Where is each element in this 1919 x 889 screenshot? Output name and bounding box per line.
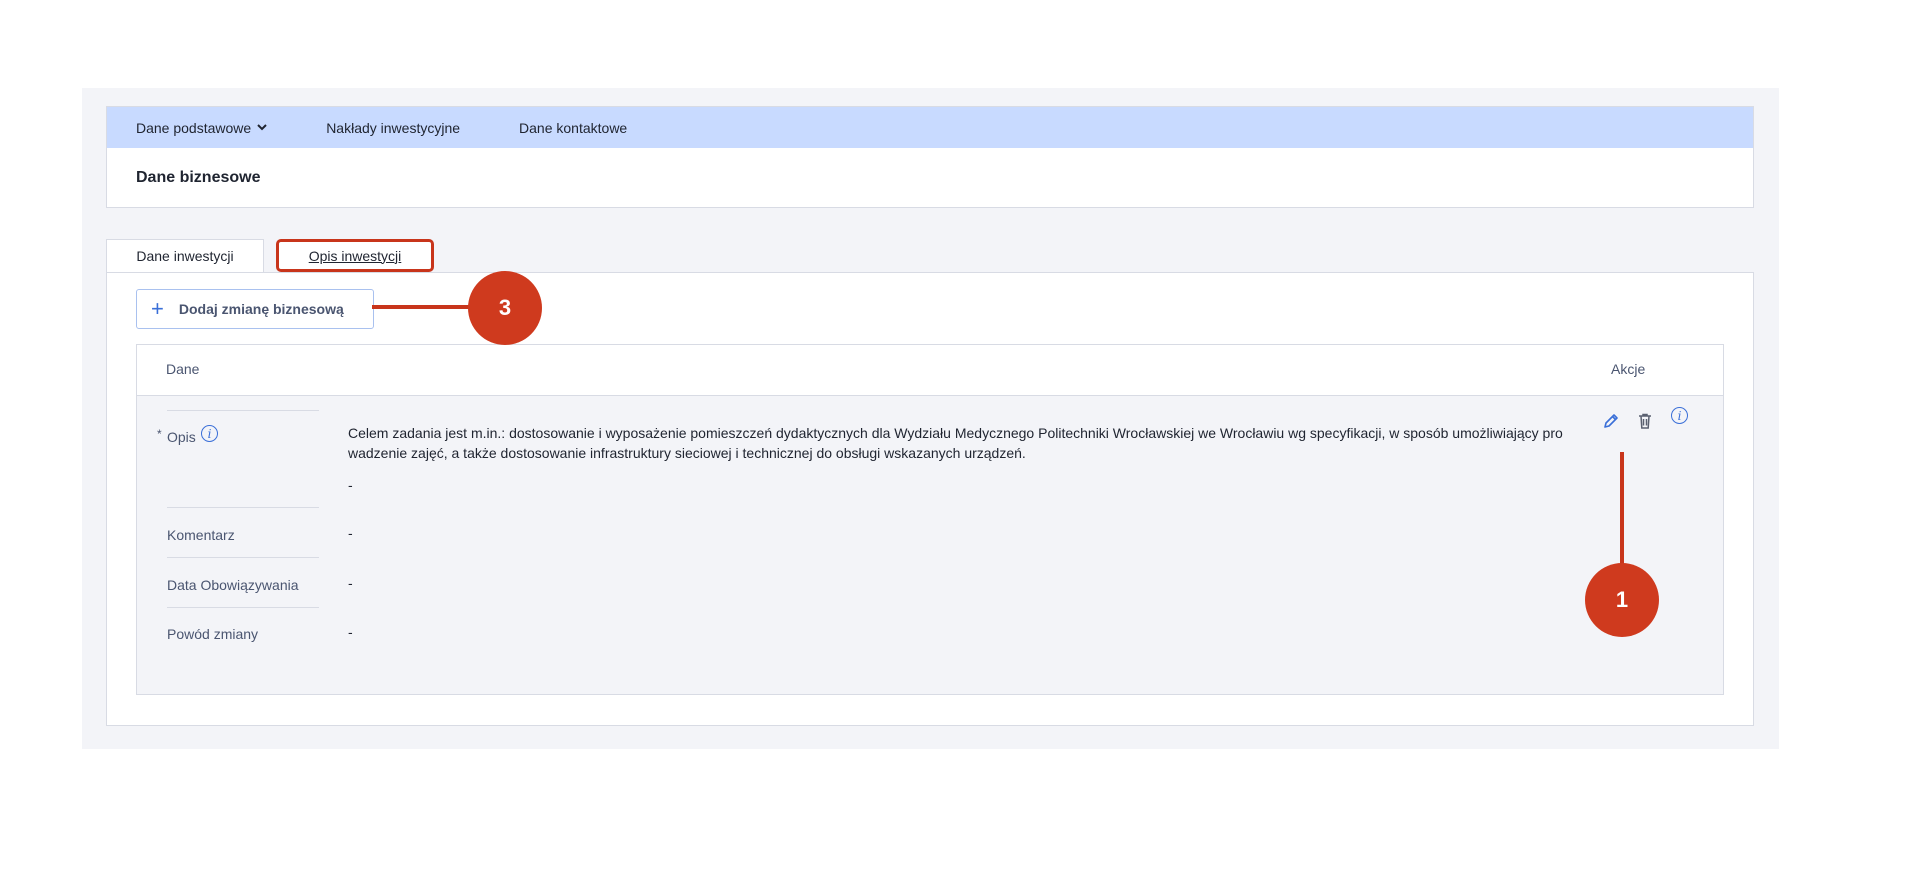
trash-icon[interactable]: [1636, 412, 1654, 435]
pencil-icon[interactable]: [1602, 412, 1620, 435]
column-header-dane: Dane: [166, 361, 200, 377]
nav-item-label: Nakłady inwestycyjne: [326, 119, 461, 136]
nav-item-naklady[interactable]: Nakłady inwestycyjne: [326, 120, 460, 136]
nav-item-dane-podstawowe[interactable]: Dane podstawowe: [136, 120, 267, 136]
nav-item-dane-kontaktowe[interactable]: Dane kontaktowe: [519, 120, 627, 136]
powod-zmiany-value: -: [348, 624, 353, 640]
data-obowiazywania-label: Data Obowiązywania: [167, 577, 299, 593]
plus-icon: +: [151, 296, 164, 321]
komentarz-label: Komentarz: [167, 527, 235, 543]
tab-dane-inwestycji[interactable]: Dane inwestycji: [106, 239, 264, 272]
row-divider: [167, 507, 319, 508]
row-divider: [167, 557, 319, 558]
callout-line-3: [372, 305, 472, 309]
table-header: Dane Akcje: [137, 345, 1723, 396]
callout-badge-1: 1: [1585, 563, 1659, 637]
chevron-down-icon: [257, 120, 267, 134]
info-icon[interactable]: i: [1671, 407, 1688, 424]
callout-badge-3: 3: [468, 271, 542, 345]
nav-item-label: Dane podstawowe: [136, 119, 252, 136]
row-divider: [167, 607, 319, 608]
komentarz-value: -: [348, 525, 353, 541]
callout-line-1: [1620, 452, 1624, 570]
powod-zmiany-label: Powód zmiany: [167, 626, 259, 642]
opis-value: Celem zadania jest m.in.: dostosowanie i…: [348, 425, 1563, 461]
row-divider: [167, 410, 319, 411]
tab-opis-inwestycji[interactable]: Opis inwestycji: [276, 239, 434, 272]
data-obowiazywania-value: -: [348, 575, 353, 591]
opis-extra-value: -: [348, 477, 353, 493]
add-button-label: Dodaj zmianę biznesową: [178, 301, 344, 317]
header-card: Dane podstawowe Nakłady inwestycyjne Dan…: [106, 106, 1754, 208]
nav-item-label: Dane kontaktowe: [519, 119, 628, 136]
opis-label: Opis: [167, 429, 196, 445]
page-title: Dane biznesowe: [136, 169, 261, 186]
required-mark: *: [157, 427, 162, 441]
data-table: Dane Akcje * Opis i Celem zadania jest m…: [136, 344, 1724, 695]
info-icon[interactable]: i: [201, 425, 218, 442]
column-header-akcje: Akcje: [1611, 361, 1646, 377]
top-navbar: Dane podstawowe Nakłady inwestycyjne Dan…: [107, 107, 1753, 148]
add-business-change-button[interactable]: + Dodaj zmianę biznesową: [136, 289, 374, 329]
